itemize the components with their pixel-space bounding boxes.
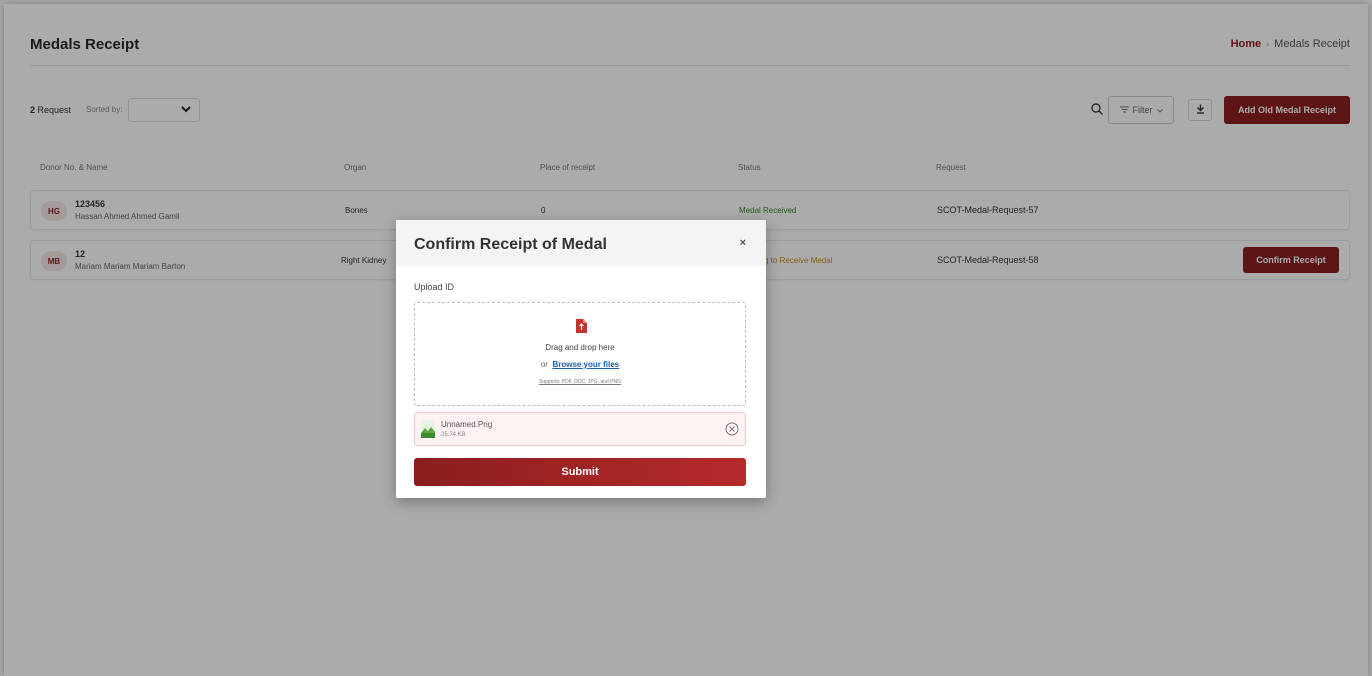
file-name: Unnamed.Png [441, 420, 493, 429]
or-text: or [540, 360, 548, 369]
file-upload-icon [575, 319, 587, 333]
uploaded-file-item: Unnamed.Png 25.74 KB [414, 412, 746, 446]
png-file-icon [421, 420, 435, 438]
file-size: 25.74 KB [441, 432, 466, 438]
supported-formats-text: Supports: PDF, DOC, JPG, and PNG [539, 379, 621, 385]
remove-file-icon[interactable] [725, 422, 739, 436]
close-icon[interactable]: × [740, 237, 746, 249]
file-dropzone[interactable]: Drag and drop here or Browse your files … [414, 302, 746, 406]
drag-drop-text: Drag and drop here [545, 343, 615, 352]
upload-id-label: Upload ID [414, 282, 455, 292]
browse-line: or Browse your files [415, 360, 745, 369]
modal-title: Confirm Receipt of Medal [414, 236, 607, 253]
modal-header: Confirm Receipt of Medal × [396, 220, 766, 266]
confirm-receipt-modal: Confirm Receipt of Medal × Upload ID Dra… [396, 220, 766, 498]
browse-files-link[interactable]: Browse your files [552, 360, 619, 369]
submit-button[interactable]: Submit [414, 458, 746, 486]
